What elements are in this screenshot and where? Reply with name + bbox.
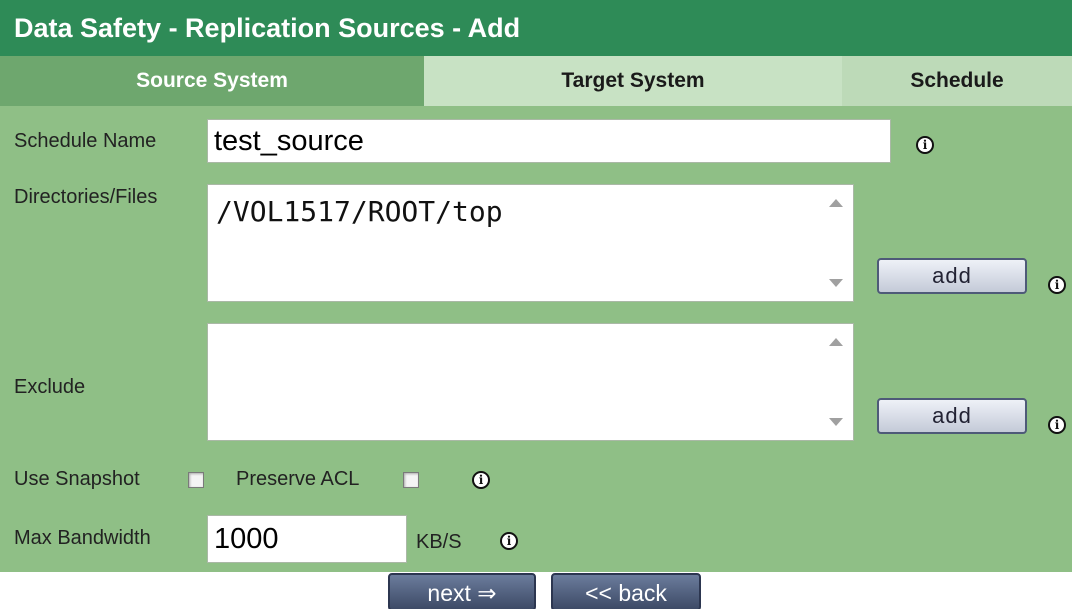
schedule-name-input[interactable]: test_source [207, 119, 891, 163]
max-bandwidth-label: Max Bandwidth [14, 527, 151, 549]
schedule-name-info-icon[interactable]: i [916, 136, 934, 154]
tab-schedule[interactable]: Schedule [842, 56, 1072, 106]
exclude-info-icon[interactable]: i [1048, 416, 1066, 434]
tab-source-system[interactable]: Source System [0, 56, 424, 106]
directories-textarea[interactable]: /VOL1517/ROOT/top [207, 184, 854, 302]
directories-scrollbar[interactable] [819, 185, 853, 301]
add-directory-button[interactable]: add [877, 258, 1027, 294]
scroll-up-icon[interactable] [829, 199, 843, 207]
back-button[interactable]: << back [551, 573, 701, 609]
scroll-down-icon[interactable] [829, 418, 843, 426]
preserve-acl-label: Preserve ACL [236, 468, 360, 490]
add-exclude-button[interactable]: add [877, 398, 1027, 434]
max-bandwidth-input[interactable]: 1000 [207, 515, 407, 563]
exclude-label: Exclude [14, 376, 86, 398]
use-snapshot-label: Use Snapshot [14, 468, 140, 490]
next-button[interactable]: next ⇒ [388, 573, 536, 609]
options-info-icon[interactable]: i [472, 471, 490, 489]
directories-info-icon[interactable]: i [1048, 276, 1066, 294]
bandwidth-info-icon[interactable]: i [500, 532, 518, 550]
schedule-name-label: Schedule Name [14, 130, 157, 152]
wizard-tabs: Source System Target System Schedule [0, 56, 1072, 106]
bandwidth-unit: KB/S [416, 531, 462, 553]
directories-value: /VOL1517/ROOT/top [216, 195, 503, 228]
source-form: Schedule Name test_source i Directories/… [0, 106, 1072, 572]
directories-label: Directories/Files [14, 186, 158, 208]
scroll-up-icon[interactable] [829, 338, 843, 346]
exclude-scrollbar[interactable] [819, 324, 853, 440]
preserve-acl-checkbox[interactable] [403, 472, 419, 488]
page-title: Data Safety - Replication Sources - Add [0, 0, 1072, 56]
tab-target-system[interactable]: Target System [424, 56, 842, 106]
use-snapshot-checkbox[interactable] [188, 472, 204, 488]
scroll-down-icon[interactable] [829, 279, 843, 287]
exclude-textarea[interactable] [207, 323, 854, 441]
